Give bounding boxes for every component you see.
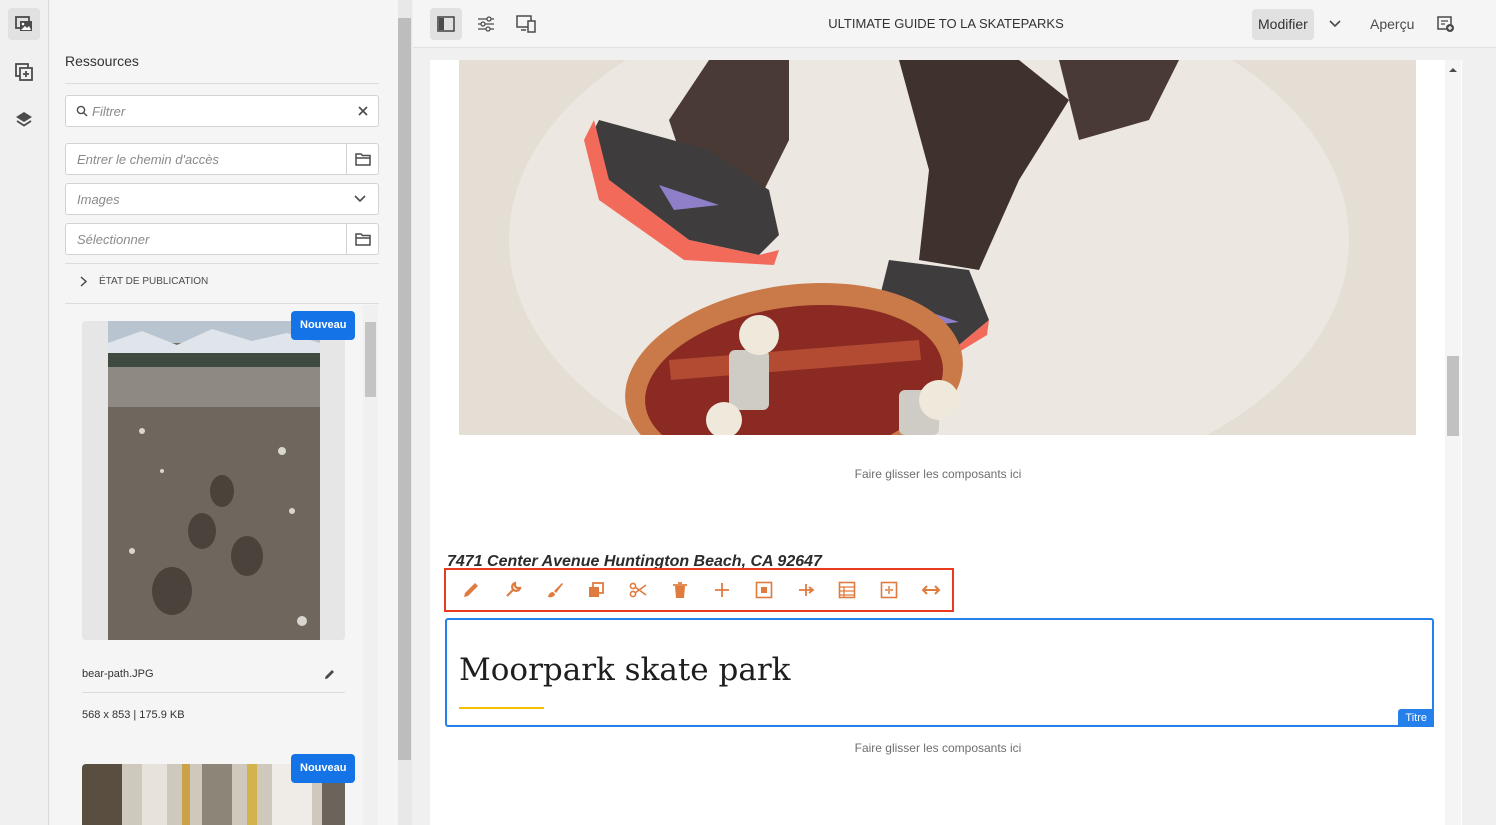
convert-icon[interactable] <box>868 570 910 610</box>
cut-icon[interactable] <box>617 570 659 610</box>
hero-image <box>459 60 1416 435</box>
parent-icon[interactable] <box>785 570 827 610</box>
top-bar: ULTIMATE GUIDE TO LA SKATEPARKS Modifier… <box>413 0 1496 48</box>
left-rail <box>0 0 49 825</box>
configure-icon[interactable] <box>492 570 534 610</box>
scroll-up-icon[interactable] <box>1448 67 1458 73</box>
chevron-down-icon <box>342 195 378 203</box>
divider <box>82 692 345 693</box>
assets-icon[interactable] <box>8 8 40 40</box>
preview-button[interactable]: Aperçu <box>1370 16 1414 32</box>
filter-input[interactable]: Filtrer <box>88 104 348 119</box>
path-field[interactable]: Entrer le chemin d'accès <box>65 143 379 175</box>
component-toolbar <box>444 568 954 612</box>
path-input[interactable]: Entrer le chemin d'accès <box>66 152 346 167</box>
components-icon[interactable] <box>8 56 40 88</box>
page-information-icon[interactable] <box>1430 8 1462 40</box>
style-icon[interactable] <box>534 570 576 610</box>
layout-icon[interactable] <box>826 570 868 610</box>
folder-icon[interactable] <box>346 224 378 254</box>
list-scrollbar[interactable] <box>363 305 378 825</box>
search-icon <box>66 105 88 117</box>
select-input[interactable]: Sélectionner <box>66 232 346 247</box>
type-select-value: Images <box>77 191 120 207</box>
title-component[interactable]: Moorpark skate park Titre <box>445 618 1434 727</box>
delete-icon[interactable] <box>659 570 701 610</box>
panel-scrollbar[interactable] <box>398 0 412 825</box>
folder-icon[interactable] <box>346 144 378 174</box>
publish-status-toggle[interactable]: ÉTAT DE PUBLICATION <box>65 276 208 287</box>
copy-icon[interactable] <box>575 570 617 610</box>
type-select[interactable]: Images <box>65 183 379 215</box>
layers-icon[interactable] <box>8 104 40 136</box>
assets-panel: Ressources Filtrer Entrer le chemin d'ac… <box>50 0 412 825</box>
edit-icon[interactable] <box>450 570 492 610</box>
insert-icon[interactable] <box>701 570 743 610</box>
clear-icon[interactable] <box>348 106 378 116</box>
asset-thumbnail[interactable] <box>82 321 345 640</box>
bear-path-image <box>82 321 345 640</box>
drop-zone[interactable]: Faire glisser les composants ici <box>430 741 1446 755</box>
asset-meta: 568 x 853 | 175.9 KB <box>82 709 185 721</box>
skateboard-image[interactable] <box>459 60 1416 435</box>
drop-zone[interactable]: Faire glisser les composants ici <box>430 467 1446 481</box>
select-field[interactable]: Sélectionner <box>65 223 379 255</box>
title-text: Moorpark skate park <box>459 652 791 688</box>
divider <box>65 83 379 84</box>
asset-name: bear-path.JPG <box>82 668 154 680</box>
new-badge: Nouveau <box>291 311 356 340</box>
canvas-scrollbar[interactable] <box>1445 60 1461 825</box>
component-type-badge: Titre <box>1398 709 1434 727</box>
filter-field[interactable]: Filtrer <box>65 95 379 127</box>
chevron-right-icon <box>65 276 87 287</box>
mode-select-button[interactable]: Modifier <box>1252 9 1314 40</box>
title-underline <box>459 707 544 709</box>
edit-icon[interactable] <box>324 669 335 680</box>
resize-icon[interactable] <box>910 570 952 610</box>
group-icon[interactable] <box>743 570 785 610</box>
publish-status-label: ÉTAT DE PUBLICATION <box>99 276 209 287</box>
divider <box>65 263 379 264</box>
new-badge: Nouveau <box>291 754 356 783</box>
divider <box>65 303 379 304</box>
chevron-down-icon[interactable] <box>1319 8 1351 40</box>
panel-title: Ressources <box>65 53 139 69</box>
